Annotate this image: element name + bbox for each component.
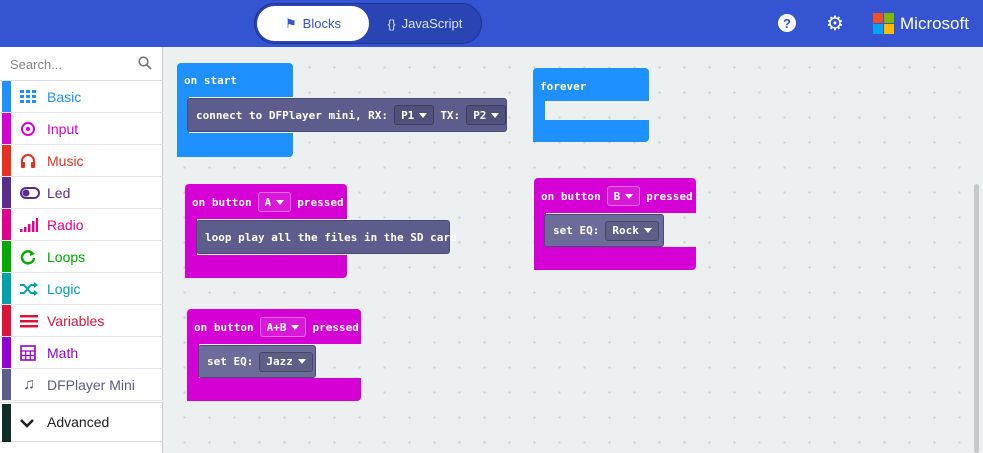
shuffle-icon [20,282,38,296]
search-input[interactable] [10,55,130,73]
category-label: Math [47,345,79,361]
brand-label: Microsoft [900,13,969,33]
signal-icon [20,218,38,232]
rx-pin-dropdown[interactable]: P1 [394,105,435,125]
category-label: Logic [47,281,81,297]
category-loops[interactable]: Loops [0,241,163,273]
rx-pin-value: P1 [401,108,415,122]
microsoft-logo[interactable]: Microsoft [873,13,969,34]
eq-dropdown[interactable]: Rock [605,220,659,241]
category-label: Led [47,185,71,201]
puzzle-icon: ⚑ [285,15,297,31]
help-icon[interactable]: ? [777,13,797,33]
pressed-label: pressed [297,195,344,209]
on-button-prefix: on button [194,320,254,334]
caret-down-icon [491,112,500,118]
category-radio[interactable]: Radio [0,209,163,241]
chevron-down-icon [20,419,34,428]
refresh-icon [20,250,36,265]
music-note-icon: ♫ [23,376,35,393]
caret-down-icon [297,359,306,364]
category-label: Music [47,153,84,169]
button-value: B [613,189,621,203]
tx-label: TX: [440,108,461,122]
category-led[interactable]: Led [0,177,163,209]
category-logic[interactable]: Logic [0,273,163,305]
set-eq-block[interactable]: set EQ: Jazz [198,345,316,378]
caret-down-icon [643,228,652,233]
category-music[interactable]: Music [0,145,163,177]
workspace-scrollbar[interactable] [974,184,979,453]
category-advanced[interactable]: Advanced [0,402,163,442]
pressed-label: pressed [312,320,359,334]
caret-down-icon [419,112,428,118]
toolbox-search [0,47,163,81]
category-math[interactable]: Math [0,337,163,369]
tab-javascript-label: JavaScript [401,16,463,31]
button-value: A+B [266,320,287,334]
top-bar: ⚑ Blocks {} JavaScript ? ⚙ Microsoft [0,0,983,47]
button-a-dropdown[interactable]: A [257,192,292,212]
category-label: Advanced [47,414,110,430]
set-eq-label: set EQ: [553,224,600,237]
eq-dropdown[interactable]: Jazz [259,351,313,372]
forever-label: forever [540,80,587,93]
headphones-icon [21,154,35,168]
button-b-dropdown[interactable]: B [606,186,641,206]
lines-icon [20,315,38,328]
category-label: DFPlayer Mini [47,377,135,393]
category-variables[interactable]: Variables [0,305,163,337]
category-label: Loops [47,249,86,265]
caret-down-icon [291,324,300,330]
on-button-prefix: on button [192,195,252,209]
set-eq-label: set EQ: [207,355,254,368]
gear-icon[interactable]: ⚙ [825,13,845,35]
connect-dfplayer-block[interactable]: connect to DFPlayer mini, RX: P1 TX: P2 [187,98,507,132]
on-start-label: on start [184,74,237,87]
category-dfplayer-mini[interactable]: ♫ DFPlayer Mini [0,369,163,401]
search-icon[interactable] [138,56,152,70]
tx-pin-value: P2 [473,108,487,122]
button-ab-dropdown[interactable]: A+B [259,317,307,337]
caret-down-icon [625,193,634,199]
editor-toggle: ⚑ Blocks {} JavaScript [254,3,482,44]
toolbox: Basic Input Music Led Radio [0,47,163,453]
category-label: Basic [47,89,82,105]
pressed-label: pressed [646,189,693,203]
toggle-icon [20,187,40,199]
loop-play-block[interactable]: loop play all the files in the SD card [196,220,457,254]
on-button-prefix: on button [541,189,601,203]
connect-label: connect to DFPlayer mini, RX: [196,108,389,122]
category-label: Input [47,121,79,137]
category-label: Variables [47,313,105,329]
eq-value: Jazz [266,355,293,368]
loop-play-label: loop play all the files in the SD card [205,230,457,244]
microsoft-squares-icon [873,13,894,34]
set-eq-block[interactable]: set EQ: Rock [544,214,664,247]
tx-pin-dropdown[interactable]: P2 [466,105,507,125]
tab-blocks-label: Blocks [302,16,341,31]
calculator-icon [20,345,36,361]
category-basic[interactable]: Basic [0,81,163,113]
category-input[interactable]: Input [0,113,163,145]
button-value: A [264,195,272,209]
tab-javascript[interactable]: {} JavaScript [371,6,479,41]
grid-icon [20,90,36,103]
category-label: Radio [47,217,84,233]
tab-blocks[interactable]: ⚑ Blocks [257,6,369,41]
eq-value: Rock [612,224,639,237]
braces-icon: {} [387,16,396,31]
caret-down-icon [276,199,285,205]
target-icon [21,122,35,136]
